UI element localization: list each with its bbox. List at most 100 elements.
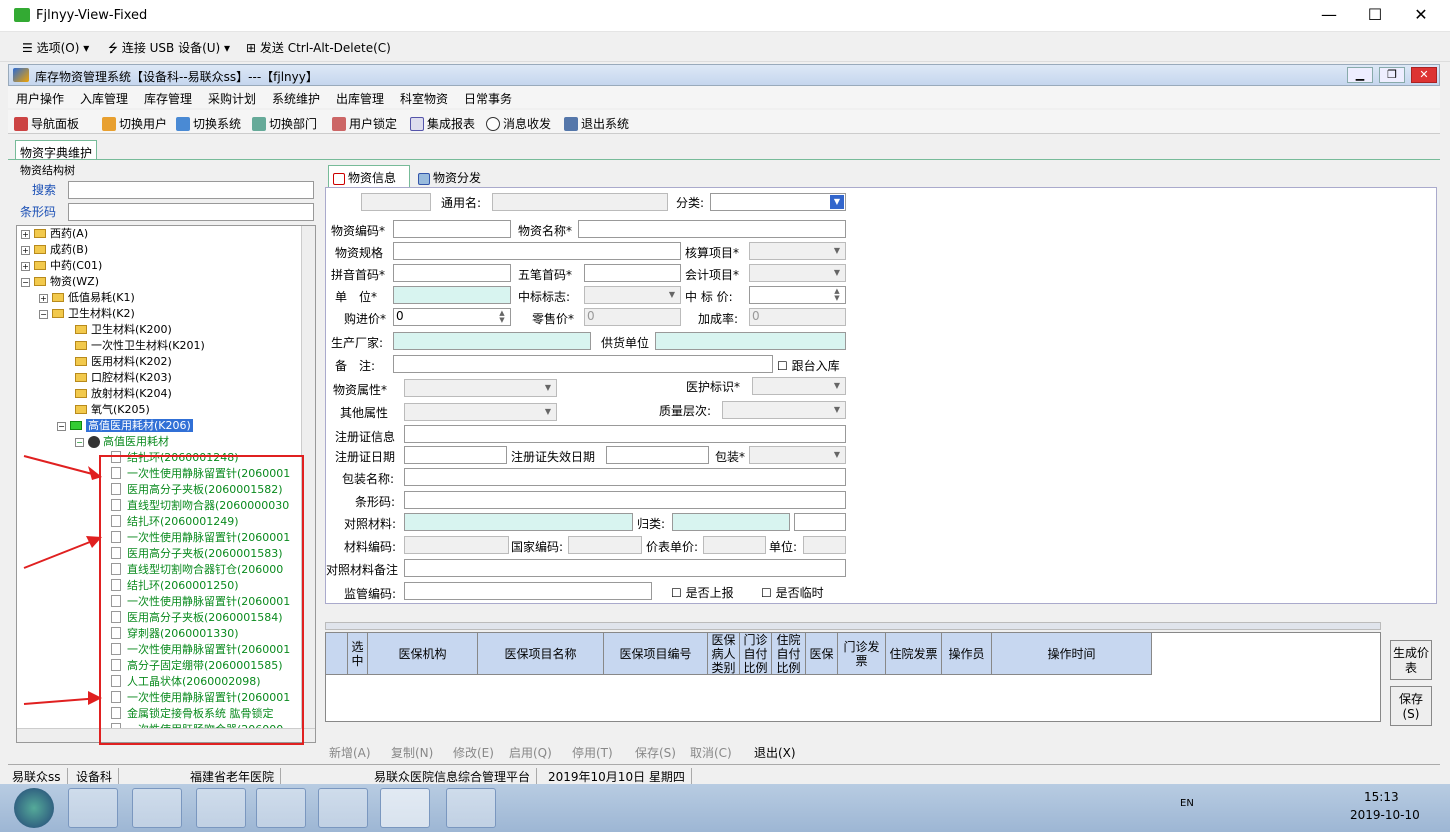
supplier-field[interactable] [655,332,846,350]
close-button[interactable]: ✕ [1398,0,1444,32]
col-op-time[interactable]: 操作时间 [992,633,1152,675]
cmp-mat-field[interactable] [404,513,633,531]
menu-inbound[interactable]: 入库管理 [80,90,128,107]
lang-indicator[interactable]: EN [1180,798,1194,809]
tree-node[interactable]: 一次性卫生材料(K201) [75,338,205,354]
yilianzhong-icon[interactable] [446,788,496,828]
unit-field[interactable] [393,286,511,304]
follow-checkbox[interactable]: ☐ 跟台入库 [777,357,840,374]
col-op-invoice[interactable]: 门诊发票 [838,633,886,675]
tb-nav[interactable]: 导航面板 [14,115,79,132]
reg-info-field[interactable] [404,425,846,443]
enable-button[interactable]: 启用(Q) [509,744,552,761]
pinyin-field[interactable] [393,264,511,282]
media-icon[interactable] [132,788,182,828]
app-close-button[interactable]: ✕ [1411,67,1437,83]
id-field[interactable] [361,193,431,211]
tree-node[interactable]: 卫生材料(K200) [75,322,172,338]
price-unit-field[interactable] [703,536,766,554]
barcode-input[interactable] [68,203,314,221]
tree-node[interactable]: + 低值易耗(K1) [39,290,135,306]
wubi-field[interactable] [584,264,681,282]
med-flag-select[interactable]: ▼ [752,377,846,395]
insurance-grid[interactable]: 选中 医保机构 医保项目名称 医保项目编号 医保病人类别 门诊自付比例 住院自付… [325,632,1381,722]
save-button[interactable]: 保存(S) [635,744,676,761]
reg-date-field[interactable] [404,446,507,464]
tb-switch-dept[interactable]: 切换部门 [252,115,317,132]
tb-report[interactable]: 集成报表 [410,115,475,132]
col-operator[interactable]: 操作员 [942,633,992,675]
cls-extra-field[interactable] [794,513,846,531]
send-cad-button[interactable]: ⊞ 发送 Ctrl-Alt-Delete(C) [246,39,391,56]
edit-button[interactable]: 修改(E) [453,744,494,761]
splitter[interactable] [325,622,1381,630]
menu-user[interactable]: 用户操作 [16,90,64,107]
reg-exp-field[interactable] [606,446,709,464]
menu-daily[interactable]: 日常事务 [464,90,512,107]
exit-button[interactable]: 退出(X) [754,744,796,761]
retail-field[interactable]: 0 [584,308,681,326]
cls-field[interactable] [672,513,790,531]
col-item-code[interactable]: 医保项目编号 [604,633,708,675]
clock-time[interactable]: 15:13 [1364,790,1399,804]
copy-button[interactable]: 复制(N) [391,744,433,761]
menu-system[interactable]: 系统维护 [272,90,320,107]
nat-code-field[interactable] [568,536,642,554]
tree-node[interactable]: + 成药(B) [21,242,88,258]
chrome-icon[interactable] [196,788,246,828]
code-field[interactable] [393,220,511,238]
remark-field[interactable] [393,355,773,373]
mat-code-field[interactable] [404,536,509,554]
disable-button[interactable]: 停用(T) [572,744,613,761]
menu-outbound[interactable]: 出库管理 [336,90,384,107]
col-item-name[interactable]: 医保项目名称 [478,633,604,675]
tab-material-info[interactable]: 物资信息 [328,165,410,187]
acct-proj-select[interactable]: ▼ [749,264,846,282]
unit2-field[interactable] [803,536,846,554]
cmp-remark-field[interactable] [404,559,846,577]
menu-dept[interactable]: 科室物资 [400,90,448,107]
app-icon[interactable] [318,788,368,828]
acct-item-select[interactable]: ▼ [749,242,846,260]
quality-select[interactable]: ▼ [722,401,846,419]
tb-switch-user[interactable]: 切换用户 [102,115,167,132]
col-op-ratio[interactable]: 门诊自付比例 [740,633,772,675]
pack-select[interactable]: ▼ [749,446,846,464]
bid-price-stepper[interactable]: ▲ ▼ [749,286,846,304]
add-button[interactable]: 新增(A) [329,744,371,761]
report-checkbox[interactable]: ☐ 是否上报 [671,584,734,601]
compass-icon[interactable] [256,788,306,828]
tree-node-selected[interactable]: − 高值医用耗材(K206) [57,418,193,434]
col-org[interactable]: 医保机构 [368,633,478,675]
menu-purchase[interactable]: 采购计划 [208,90,256,107]
tb-message[interactable]: 消息收发 [486,115,551,132]
gen-price-button[interactable]: 生成价表 [1390,640,1432,680]
search-input[interactable] [68,181,314,199]
tree-node[interactable]: + 西药(A) [21,226,88,242]
options-menu[interactable]: ☰ 选项(O) ▾ [22,39,89,56]
tree-node[interactable]: 放射材料(K204) [75,386,172,402]
col-ip-invoice[interactable]: 住院发票 [886,633,942,675]
tree-node[interactable]: − 卫生材料(K2) [39,306,135,322]
tb-lock[interactable]: 用户锁定 [332,115,397,132]
save-side-button[interactable]: 保存(S) [1390,686,1432,726]
tree-node[interactable]: − 物资(WZ) [21,274,99,290]
menu-stock[interactable]: 库存管理 [144,90,192,107]
maximize-button[interactable]: ☐ [1352,0,1398,32]
tree-node[interactable]: 氧气(K205) [75,402,150,418]
tab-material-dist[interactable]: 物资分发 [414,167,485,188]
sup-code-field[interactable] [404,582,652,600]
tree-node[interactable]: + 中药(C01) [21,258,102,274]
other-attr-select[interactable]: ▼ [404,403,557,421]
buy-price-stepper[interactable]: 0 ▲ ▼ [393,308,511,326]
barcode-form-field[interactable] [404,491,846,509]
clock-date[interactable]: 2019-10-10 [1350,808,1420,822]
usb-menu[interactable]: ⭍ 连接 USB 设备(U) ▾ [108,39,230,60]
maker-field[interactable] [393,332,591,350]
start-button[interactable] [14,788,54,828]
col-ip-ratio[interactable]: 住院自付比例 [772,633,806,675]
doc-tab-dictionary[interactable]: 物资字典维护 [15,140,97,160]
cancel-button[interactable]: 取消(C) [690,744,732,761]
sql-icon[interactable] [380,788,430,828]
tb-switch-system[interactable]: 切换系统 [176,115,241,132]
